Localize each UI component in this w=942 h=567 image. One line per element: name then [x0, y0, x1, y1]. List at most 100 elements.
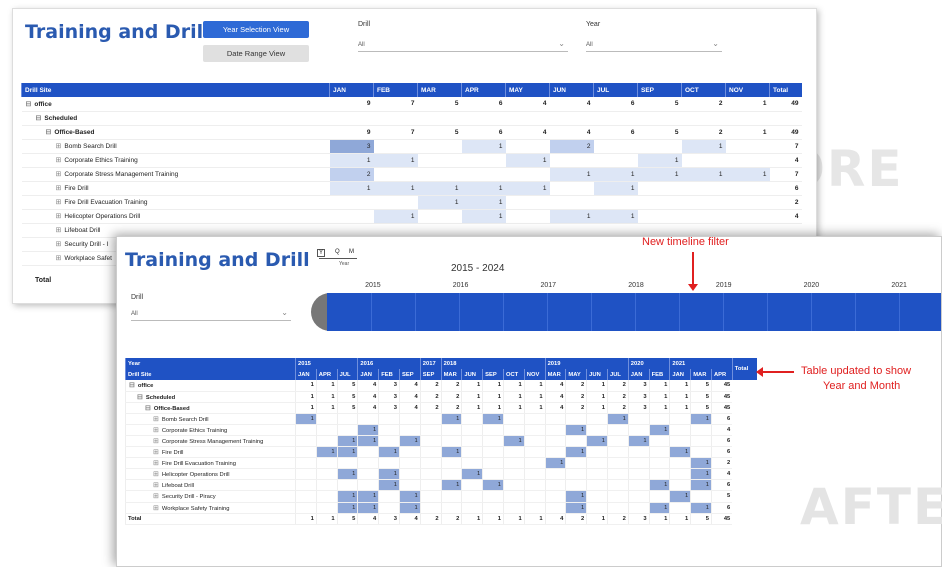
column-header[interactable]: NOV	[725, 83, 770, 97]
month-header[interactable]: JAN	[627, 369, 650, 380]
column-header[interactable]: MAY	[505, 83, 550, 97]
expand-icon[interactable]: ⊞	[56, 213, 62, 220]
expand-icon[interactable]: ⊞	[153, 505, 159, 512]
column-header[interactable]: Drill Site	[21, 83, 330, 97]
expand-icon[interactable]: ⊞	[56, 199, 62, 206]
year-group-header[interactable]: 2015	[294, 358, 358, 369]
row-label[interactable]: ⊟ Scheduled	[125, 391, 296, 403]
year-group-header[interactable]: 2020	[627, 358, 670, 369]
expand-icon[interactable]: ⊞	[56, 143, 62, 150]
expand-icon[interactable]: ⊟	[137, 394, 143, 401]
year-group-header[interactable]: 2018	[440, 358, 546, 369]
year-group-header[interactable]: 2021	[669, 358, 733, 369]
expand-icon[interactable]: ⊞	[153, 493, 159, 500]
timeline-filter-bar[interactable]	[327, 293, 941, 331]
row-label[interactable]: ⊞ Workplace Safety Training	[125, 502, 296, 514]
expand-icon[interactable]: ⊞	[153, 482, 159, 489]
row-label[interactable]: ⊞ Helicopter Operations Drill	[21, 209, 330, 224]
expand-icon[interactable]: ⊟	[26, 101, 32, 108]
month-header[interactable]: FEB	[378, 369, 400, 380]
month-header[interactable]: JAN	[295, 369, 317, 380]
month-header[interactable]: MAR	[440, 369, 462, 380]
expand-icon[interactable]: ⊞	[153, 438, 159, 445]
total-header[interactable]: Total	[731, 358, 758, 380]
column-header[interactable]: FEB	[373, 83, 418, 97]
drill-dropdown[interactable]: All ⌄	[358, 39, 568, 52]
month-header[interactable]: MAR	[690, 369, 712, 380]
year-group-header[interactable]: 2016	[357, 358, 421, 369]
row-label[interactable]: ⊞ Corporate Ethics Training	[21, 153, 330, 168]
row-label[interactable]: ⊞ Corporate Stress Management Training	[125, 435, 296, 448]
expand-icon[interactable]: ⊞	[153, 471, 159, 478]
expand-icon[interactable]: ⊟	[145, 405, 151, 412]
month-header[interactable]: JAN	[669, 369, 691, 380]
expand-icon[interactable]: ⊞	[153, 460, 159, 467]
date-granularity-slicer[interactable]: Y Q M Year	[317, 249, 367, 271]
column-header[interactable]: Total	[769, 83, 802, 97]
expand-icon[interactable]: ⊟	[129, 382, 135, 389]
column-header[interactable]: JUL	[593, 83, 638, 97]
row-label[interactable]: ⊞ Fire Drill Evacuation Training	[125, 457, 296, 470]
month-granularity-button[interactable]: M	[349, 249, 354, 255]
expand-icon[interactable]: ⊞	[153, 416, 159, 423]
row-label[interactable]: ⊞ Corporate Ethics Training	[125, 424, 296, 436]
month-header[interactable]: FEB	[648, 369, 670, 380]
date-range-view-button[interactable]: Date Range View	[203, 45, 309, 62]
table-cell	[378, 502, 400, 514]
expand-icon[interactable]: ⊞	[56, 241, 62, 248]
year-group-header[interactable]: 2017	[419, 358, 442, 369]
row-label[interactable]: ⊞ Lifeboat Drill	[21, 223, 330, 238]
row-label[interactable]: ⊟ Scheduled	[21, 111, 330, 126]
row-label[interactable]: ⊞ Bomb Search Drill	[125, 413, 296, 425]
year-dropdown[interactable]: All ⌄	[586, 39, 722, 52]
expand-icon[interactable]: ⊞	[153, 449, 159, 456]
expand-icon[interactable]: ⊞	[56, 185, 62, 192]
row-label[interactable]: ⊞ Fire Drill Evacuation Training	[21, 195, 330, 210]
expand-icon[interactable]: ⊞	[56, 157, 62, 164]
column-header[interactable]: MAR	[417, 83, 462, 97]
row-label[interactable]: ⊞ Helicopter Operations Drill	[125, 468, 296, 481]
month-header[interactable]: JUL	[336, 369, 358, 380]
month-header[interactable]: SEP	[482, 369, 504, 380]
row-label[interactable]: ⊟ Office-Based	[21, 125, 330, 140]
month-header[interactable]: SEP	[398, 369, 421, 380]
row-label[interactable]: ⊞ Fire Drill	[125, 446, 296, 459]
expand-icon[interactable]: ⊞	[56, 255, 62, 262]
row-label[interactable]: ⊟ office	[125, 380, 296, 392]
expand-icon[interactable]: ⊞	[153, 427, 159, 434]
expand-icon[interactable]: ⊞	[56, 227, 62, 234]
month-header[interactable]: APR	[710, 369, 733, 380]
row-label[interactable]: ⊟ office	[21, 97, 330, 112]
year-header[interactable]: Year	[125, 358, 296, 369]
drill-dropdown-after[interactable]: All ⌄	[131, 308, 291, 321]
row-label[interactable]: ⊞ Fire Drill	[21, 181, 330, 196]
month-header[interactable]: JUN	[586, 369, 608, 380]
column-header[interactable]: OCT	[681, 83, 726, 97]
column-header[interactable]: APR	[461, 83, 506, 97]
column-header[interactable]: JUN	[549, 83, 594, 97]
month-header[interactable]: NOV	[523, 369, 546, 380]
year-granularity-button[interactable]: Y	[317, 249, 326, 257]
drill-site-header[interactable]: Drill Site	[125, 369, 296, 380]
quarter-granularity-button[interactable]: Q	[335, 249, 340, 255]
year-selection-view-button[interactable]: Year Selection View	[203, 21, 309, 38]
row-label[interactable]: ⊞ Bomb Search Drill	[21, 139, 330, 154]
column-header[interactable]: JAN	[329, 83, 374, 97]
month-header[interactable]: MAR	[544, 369, 566, 380]
expand-icon[interactable]: ⊞	[56, 171, 62, 178]
month-header[interactable]: SEP	[419, 369, 442, 380]
year-group-header[interactable]: 2019	[544, 358, 629, 369]
row-label[interactable]: ⊞ Security Drill - Piracy	[125, 490, 296, 503]
column-header[interactable]: SEP	[637, 83, 682, 97]
month-header[interactable]: OCT	[502, 369, 525, 380]
month-header[interactable]: JUL	[606, 369, 629, 380]
row-label[interactable]: ⊞ Lifeboat Drill	[125, 479, 296, 492]
row-label[interactable]: ⊞ Corporate Stress Management Training	[21, 167, 330, 182]
month-header[interactable]: APR	[315, 369, 338, 380]
month-header[interactable]: JUN	[461, 369, 483, 380]
month-header[interactable]: MAY	[565, 369, 587, 380]
row-label[interactable]: ⊟ Office-Based	[125, 402, 296, 414]
month-header[interactable]: JAN	[357, 369, 379, 380]
expand-icon[interactable]: ⊟	[36, 115, 42, 122]
expand-icon[interactable]: ⊟	[46, 129, 52, 136]
